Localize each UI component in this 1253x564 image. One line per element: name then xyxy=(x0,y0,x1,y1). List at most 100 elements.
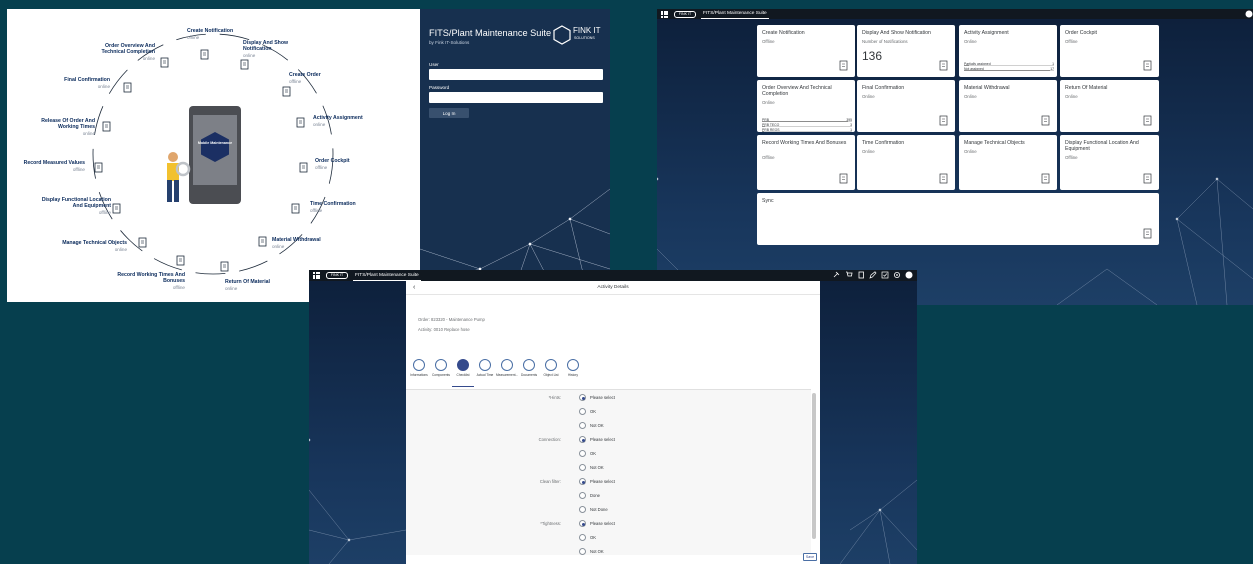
radio-option[interactable]: Please select xyxy=(579,478,615,485)
tab-item[interactable]: Object List xyxy=(540,355,562,387)
radio-option[interactable]: OK xyxy=(579,408,596,415)
checklist-icon[interactable] xyxy=(881,271,889,279)
tile[interactable]: Order Overview And Technical Completion O… xyxy=(757,80,855,132)
radio-button[interactable] xyxy=(579,436,586,443)
tab-label: Documents xyxy=(520,373,538,377)
diagram-node-icon xyxy=(220,261,229,272)
tile-bar-row: Not assigned 17 xyxy=(964,67,1054,71)
tile[interactable]: Material Withdrawal Online xyxy=(959,80,1057,132)
diagram-node-icon xyxy=(200,49,209,60)
radio-option[interactable]: Please select xyxy=(579,520,615,527)
technical-objects-icon[interactable] xyxy=(833,271,841,279)
radio-button[interactable] xyxy=(579,394,586,401)
radio-label: OK xyxy=(590,451,597,456)
tab-icon xyxy=(479,359,491,371)
radio-option[interactable]: Done xyxy=(579,492,600,499)
tab-item[interactable]: Informations xyxy=(408,355,430,387)
question-label: *Tightness: xyxy=(540,521,561,526)
radio-button[interactable] xyxy=(579,422,586,429)
shell-title[interactable]: FITS/Plant Maintenance Suite xyxy=(701,9,769,19)
radio-button[interactable] xyxy=(579,408,586,415)
shell-title[interactable]: FITS/Plant Maintenance Suite xyxy=(353,271,421,281)
password-input[interactable] xyxy=(429,92,603,103)
diagram-node: Display Functional Location And Equipmen… xyxy=(39,197,111,215)
tab-item[interactable]: Measurement... xyxy=(496,355,518,387)
tile[interactable]: Order Cockpit Offline xyxy=(1060,25,1159,77)
user-input[interactable] xyxy=(429,69,603,80)
radio-option[interactable]: Please select xyxy=(579,394,615,401)
radio-button[interactable] xyxy=(579,478,586,485)
tile-subtitle: Online xyxy=(762,100,775,105)
user-avatar-icon[interactable] xyxy=(905,271,913,279)
tile-kpi-value: 136 xyxy=(862,49,883,63)
radio-button[interactable] xyxy=(579,520,586,527)
settings-icon[interactable] xyxy=(893,271,901,279)
tile-title: Order Cockpit xyxy=(1065,30,1097,36)
user-avatar-icon[interactable] xyxy=(1245,10,1253,18)
diagram-node-status: online xyxy=(272,243,285,249)
scrollbar[interactable] xyxy=(812,393,816,539)
tile[interactable]: Display And Show Notification Number of N… xyxy=(857,25,955,77)
diagram-node-status: offline xyxy=(187,34,200,40)
radio-button[interactable] xyxy=(579,464,586,471)
tile-title: Return Of Material xyxy=(1065,85,1108,91)
launchpad-panel: FINK IT FITS/Plant Maintenance Suite Cre… xyxy=(657,9,1253,305)
tab-item[interactable]: History xyxy=(562,355,584,387)
tile[interactable]: Activity Assignment Online Partially assig… xyxy=(959,25,1057,77)
tab-item[interactable]: Components xyxy=(430,355,452,387)
diagram-node: Time Confirmation offline xyxy=(310,201,356,213)
diagram-node-name: Order Overview And Technical Completion xyxy=(101,43,155,55)
radio-option[interactable]: Not OK xyxy=(579,464,604,471)
create-notification-icon xyxy=(839,60,848,71)
order-cockpit-icon[interactable] xyxy=(857,271,865,279)
radio-option[interactable]: OK xyxy=(579,534,596,541)
diagram-node-status: offline xyxy=(172,284,185,290)
tab-item[interactable]: Checklist xyxy=(452,355,474,387)
bar-fill xyxy=(964,65,969,66)
radio-button[interactable] xyxy=(579,492,586,499)
radio-button[interactable] xyxy=(579,450,586,457)
diagram-node-icon xyxy=(102,121,111,132)
diagram-node-name: Display Functional Location And Equipmen… xyxy=(41,197,111,209)
radio-option[interactable]: Please select xyxy=(579,436,615,443)
center-label: Mobile Maintenance xyxy=(197,141,233,145)
app-grid-icon[interactable] xyxy=(661,10,668,18)
radio-option[interactable]: Not OK xyxy=(579,422,604,429)
tab-label: Object List xyxy=(543,373,559,377)
diagram-node: Activity Assignment online xyxy=(313,115,363,127)
login-button[interactable]: Log In xyxy=(429,108,469,118)
radio-button[interactable] xyxy=(579,534,586,541)
edit-notification-icon[interactable] xyxy=(869,271,877,279)
activity-line: Activity: 0010 Replace hose xyxy=(418,327,470,332)
radio-option[interactable]: Not OK xyxy=(579,548,604,555)
tile-subtitle: Offline xyxy=(1065,39,1078,44)
diagram-node: Return Of Material online xyxy=(225,279,270,291)
app-grid-icon[interactable] xyxy=(313,272,320,279)
technician-icon xyxy=(167,152,191,202)
tab-item[interactable]: Documents xyxy=(518,355,540,387)
radio-button[interactable] xyxy=(579,548,586,555)
back-icon[interactable]: ‹ xyxy=(413,281,415,295)
page-header: ‹ Activity Details xyxy=(406,281,820,295)
radio-option[interactable]: Not Done xyxy=(579,506,608,513)
diagram-node: Order Cockpit offline xyxy=(315,158,350,170)
radio-label: OK xyxy=(590,409,597,414)
radio-option[interactable]: OK xyxy=(579,450,596,457)
tile-subtitle: Online xyxy=(862,94,875,99)
tab-icon xyxy=(457,359,469,371)
login-subtitle: by Fink IT-Solutions xyxy=(429,40,470,45)
tile[interactable]: Create Notification Offline xyxy=(757,25,855,77)
diagram-node: Record Measured Values offline xyxy=(24,160,85,172)
diagram-node: Display And Show Notification online xyxy=(243,40,315,58)
cart-icon[interactable] xyxy=(845,271,853,279)
tab-item[interactable]: Actual Time xyxy=(474,355,496,387)
tile-title: Final Confirmation xyxy=(862,85,905,91)
tile[interactable]: Return Of Material Online xyxy=(1060,80,1159,132)
diagram-node-status: offline xyxy=(72,166,85,172)
save-button[interactable]: Save xyxy=(803,553,817,561)
tile[interactable]: Final Confirmation Online xyxy=(857,80,955,132)
radio-button[interactable] xyxy=(579,506,586,513)
fink-it-logo: FINK IT SOLUTIONS xyxy=(552,25,604,47)
shell-bar: FINK IT FITS/Plant Maintenance Suite xyxy=(657,9,1253,19)
radio-label: Not Done xyxy=(590,507,608,512)
